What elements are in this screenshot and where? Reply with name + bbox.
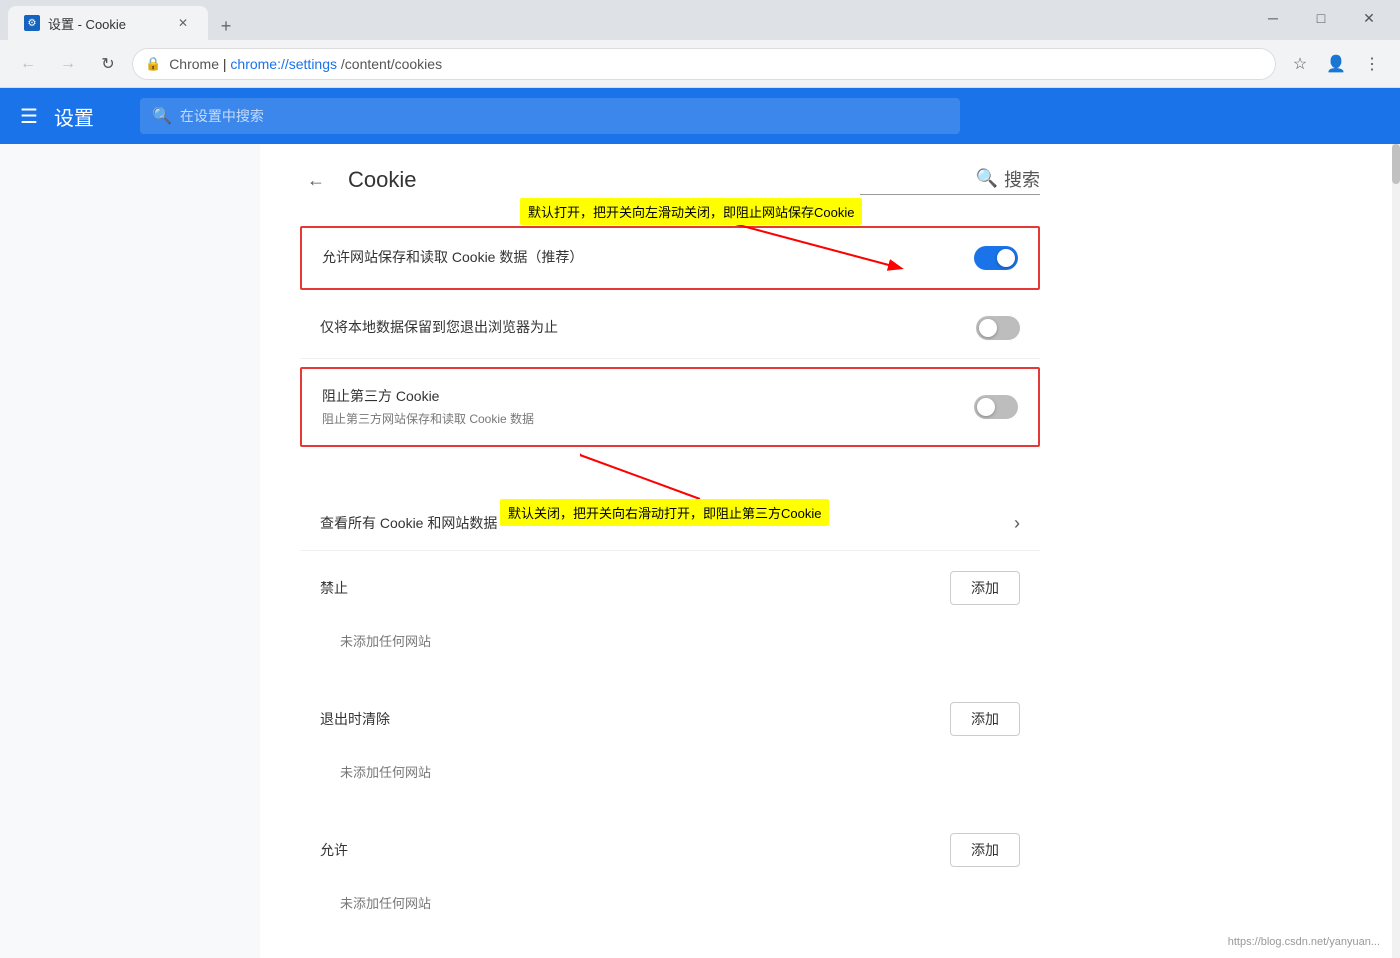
clear-add-button[interactable]: 添加 [950,702,1020,736]
main-panel: ← Cookie 🔍 搜索 默认打开，把开关向左滑动关闭，即阻止网站保存 [260,144,1392,958]
refresh-button[interactable]: ↻ [92,48,124,80]
nav-bar: ← → ↻ 🔒 Chrome | chrome://settings /cont… [0,40,1400,88]
tab-title: 设置 - Cookie [48,14,166,33]
favicon-icon: ⚙ [28,18,37,29]
page-back-button[interactable]: ← [300,164,332,196]
block-section-header: 禁止 添加 [300,551,1040,615]
annotation-arrow-2 [580,451,780,501]
nav-actions: ☆ 👤 ⋮ [1284,48,1388,80]
block-third-party-toggle[interactable] [974,395,1018,419]
back-button[interactable]: ← [12,48,44,80]
clear-section-title: 退出时清除 [320,709,390,729]
cookie-content: ← Cookie 🔍 搜索 默认打开，把开关向左滑动关闭，即阻止网站保存 [260,144,1080,958]
local-data-toggle[interactable] [976,316,1020,340]
watermark: https://blog.csdn.net/yanyuan... [1228,936,1380,948]
page-header: ← Cookie 🔍 搜索 [300,164,1040,206]
search-label: 搜索 [1004,166,1040,192]
browser-frame: ⚙ 设置 - Cookie ✕ + ─ □ ✕ ← → ↻ 🔒 Chrome |… [0,0,1400,958]
settings-search-input[interactable] [180,108,948,124]
title-bar: ⚙ 设置 - Cookie ✕ + ─ □ ✕ [0,0,1400,40]
url-settings: chrome://settings [230,56,337,72]
close-button[interactable]: ✕ [1346,2,1392,34]
sidebar [0,144,260,958]
tab-favicon: ⚙ [24,15,40,31]
window-controls: ─ □ ✕ [1250,2,1392,40]
view-cookies-row[interactable]: 查看所有 Cookie 和网站数据 › [300,497,1040,551]
allow-add-button[interactable]: 添加 [950,833,1020,867]
url-text: Chrome | chrome://settings /content/cook… [169,56,1263,72]
settings-title: 设置 [54,102,94,131]
chevron-right-icon: › [1014,513,1020,534]
block-empty-state: 未添加任何网站 [300,615,1040,666]
block-third-party-desc: 阻止第三方网站保存和读取 Cookie 数据 [322,410,534,427]
profile-button[interactable]: 👤 [1320,48,1352,80]
maximize-button[interactable]: □ [1298,2,1344,34]
bookmark-button[interactable]: ☆ [1284,48,1316,80]
search-icon-small: 🔍 [976,168,998,189]
toggle-thumb-3 [977,398,995,416]
allow-empty-state: 未添加任何网站 [300,877,1040,928]
block-third-party-row: 阻止第三方 Cookie 阻止第三方网站保存和读取 Cookie 数据 [300,367,1040,447]
allow-cookies-label: 允许网站保存和读取 Cookie 数据（推荐） [322,248,583,268]
page-title: Cookie [348,167,416,193]
forward-button[interactable]: → [52,48,84,80]
block-section-title: 禁止 [320,578,348,598]
lock-icon: 🔒 [145,56,161,72]
new-tab-button[interactable]: + [212,12,240,40]
allow-section-header: 允许 添加 [300,813,1040,877]
allow-cookies-row: 允许网站保存和读取 Cookie 数据（推荐） [300,226,1040,290]
local-data-label: 仅将本地数据保留到您退出浏览器为止 [320,318,558,338]
toggle-thumb-1 [997,249,1015,267]
hamburger-icon[interactable]: ☰ [20,104,38,129]
search-icon: 🔍 [152,106,172,126]
address-bar[interactable]: 🔒 Chrome | chrome://settings /content/co… [132,48,1276,80]
settings-search-box[interactable]: 🔍 [140,98,960,134]
page-header-left: ← Cookie [300,164,416,196]
active-tab[interactable]: ⚙ 设置 - Cookie ✕ [8,6,208,40]
menu-button[interactable]: ⋮ [1356,48,1388,80]
view-cookies-label: 查看所有 Cookie 和网站数据 [320,513,497,533]
clear-section-header: 退出时清除 添加 [300,682,1040,746]
toggle-thumb-2 [979,319,997,337]
allow-cookies-toggle[interactable] [974,246,1018,270]
settings-header: ☰ 设置 🔍 [0,88,1400,144]
scrollbar-thumb[interactable] [1392,144,1400,184]
allow-section-title: 允许 [320,840,348,860]
minimize-button[interactable]: ─ [1250,2,1296,34]
block-add-button[interactable]: 添加 [950,571,1020,605]
page-search-button[interactable]: 🔍 搜索 [976,166,1040,192]
content-area: ← Cookie 🔍 搜索 默认打开，把开关向左滑动关闭，即阻止网站保存 [0,144,1400,958]
scrollbar-track[interactable] [1392,144,1400,958]
block-third-party-label: 阻止第三方 Cookie [322,387,534,407]
search-underline [860,194,1040,195]
url-path: /content/cookies [341,56,442,72]
tab-close-button[interactable]: ✕ [174,14,192,32]
local-data-row: 仅将本地数据保留到您退出浏览器为止 [300,298,1040,359]
url-chrome: Chrome [169,56,219,72]
tab-area: ⚙ 设置 - Cookie ✕ + [8,6,1250,40]
clear-empty-state: 未添加任何网站 [300,746,1040,797]
